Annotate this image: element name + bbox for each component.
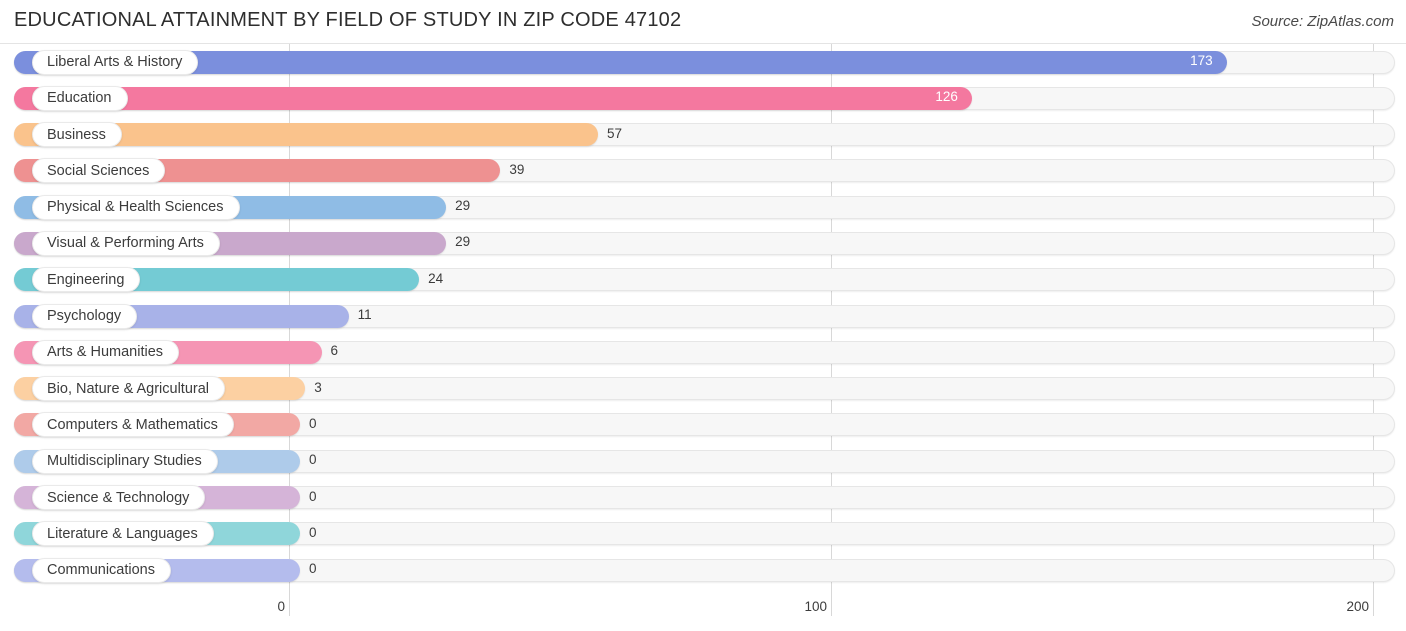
category-label: Education xyxy=(32,85,128,111)
category-label-text: Literature & Languages xyxy=(47,525,198,542)
bar-row: Computers & Mathematics 0 xyxy=(0,407,1406,443)
bar-value-label: 0 xyxy=(309,488,317,504)
category-label: Business xyxy=(32,122,122,148)
bar-row: Visual & Performing Arts 29 xyxy=(0,225,1406,261)
x-axis: 0 100 200 xyxy=(0,594,1406,631)
category-label: Literature & Languages xyxy=(32,521,214,547)
bar-row: Liberal Arts & History 173 xyxy=(0,44,1406,80)
category-label-text: Communications xyxy=(47,562,155,579)
axis-tick-label: 200 xyxy=(1346,599,1369,614)
category-label-text: Science & Technology xyxy=(47,489,190,506)
category-label-text: Engineering xyxy=(47,271,125,288)
category-label: Liberal Arts & History xyxy=(32,49,199,75)
category-label: Engineering xyxy=(32,267,141,293)
axis-tick-line xyxy=(830,594,832,616)
bar-value-label: 126 xyxy=(935,89,958,105)
bar-value-label: 29 xyxy=(455,234,471,250)
bar-row: Engineering 24 xyxy=(0,262,1406,298)
axis-tick-label: 100 xyxy=(804,599,827,614)
source-attribution: Source: ZipAtlas.com xyxy=(1251,13,1394,30)
bar-row: Business 57 xyxy=(0,117,1406,153)
bar-row: Science & Technology 0 xyxy=(0,480,1406,516)
category-label-text: Business xyxy=(47,126,106,143)
bar-value-label: 29 xyxy=(455,198,471,214)
chart-page: EDUCATIONAL ATTAINMENT BY FIELD OF STUDY… xyxy=(0,0,1406,631)
axis-tick-label: 0 xyxy=(277,599,285,614)
category-label-text: Liberal Arts & History xyxy=(47,54,183,70)
category-label-text: Computers & Mathematics xyxy=(47,416,218,433)
category-label: Computers & Mathematics xyxy=(32,412,234,438)
axis-tick-line xyxy=(1372,594,1374,616)
category-label: Multidisciplinary Studies xyxy=(32,448,218,474)
bar-value-label: 0 xyxy=(309,524,317,540)
bar-row: Bio, Nature & Agricultural 3 xyxy=(0,371,1406,407)
category-label: Physical & Health Sciences xyxy=(32,194,240,220)
bar-value-label: 11 xyxy=(357,307,372,323)
bar-row: Multidisciplinary Studies 0 xyxy=(0,443,1406,479)
bar-row: Physical & Health Sciences 29 xyxy=(0,189,1406,225)
category-label-text: Social Sciences xyxy=(47,162,150,179)
category-label: Social Sciences xyxy=(32,158,166,184)
bar-value-label: 57 xyxy=(606,125,622,141)
category-label-text: Multidisciplinary Studies xyxy=(47,453,202,470)
category-label: Visual & Performing Arts xyxy=(32,230,220,256)
bar-value-label: 39 xyxy=(509,161,525,177)
category-label: Science & Technology xyxy=(32,485,206,511)
chart-header: EDUCATIONAL ATTAINMENT BY FIELD OF STUDY… xyxy=(0,0,1406,44)
bar-value-label: 0 xyxy=(309,561,317,577)
category-label: Bio, Nature & Agricultural xyxy=(32,376,225,402)
bar-row: Communications 0 xyxy=(0,552,1406,588)
bar-rows: Liberal Arts & History 173 Education 126 Bus… xyxy=(0,44,1406,588)
bar[interactable] xyxy=(14,86,972,110)
bar-value-label: 3 xyxy=(314,379,322,395)
bar-row: Education 126 xyxy=(0,80,1406,116)
page-title: EDUCATIONAL ATTAINMENT BY FIELD OF STUDY… xyxy=(14,9,682,31)
category-label-text: Arts & Humanities xyxy=(47,344,164,361)
category-label-text: Education xyxy=(47,90,112,107)
bar-value-label: 24 xyxy=(428,270,444,286)
bar-row: Psychology 11 xyxy=(0,298,1406,334)
category-label-text: Bio, Nature & Agricultural xyxy=(47,380,209,397)
category-label: Communications xyxy=(32,557,171,583)
bar-row: Arts & Humanities 6 xyxy=(0,334,1406,370)
bar-value-label: 0 xyxy=(309,415,317,431)
bar-row: Literature & Languages 0 xyxy=(0,516,1406,552)
category-label-text: Physical & Health Sciences xyxy=(47,199,224,216)
category-label-text: Psychology xyxy=(47,308,122,325)
chart-plot-area: Liberal Arts & History 173 Education 126 Bus… xyxy=(0,44,1406,594)
bar-value-label: 0 xyxy=(309,452,317,468)
bar-row: Social Sciences 39 xyxy=(0,153,1406,189)
bar-value-label: 6 xyxy=(330,343,339,359)
category-label: Psychology xyxy=(32,303,138,329)
category-label: Arts & Humanities xyxy=(32,339,180,365)
bar-value-label: 173 xyxy=(1190,53,1213,68)
axis-tick-line xyxy=(288,594,290,616)
category-label-text: Visual & Performing Arts xyxy=(47,235,204,252)
